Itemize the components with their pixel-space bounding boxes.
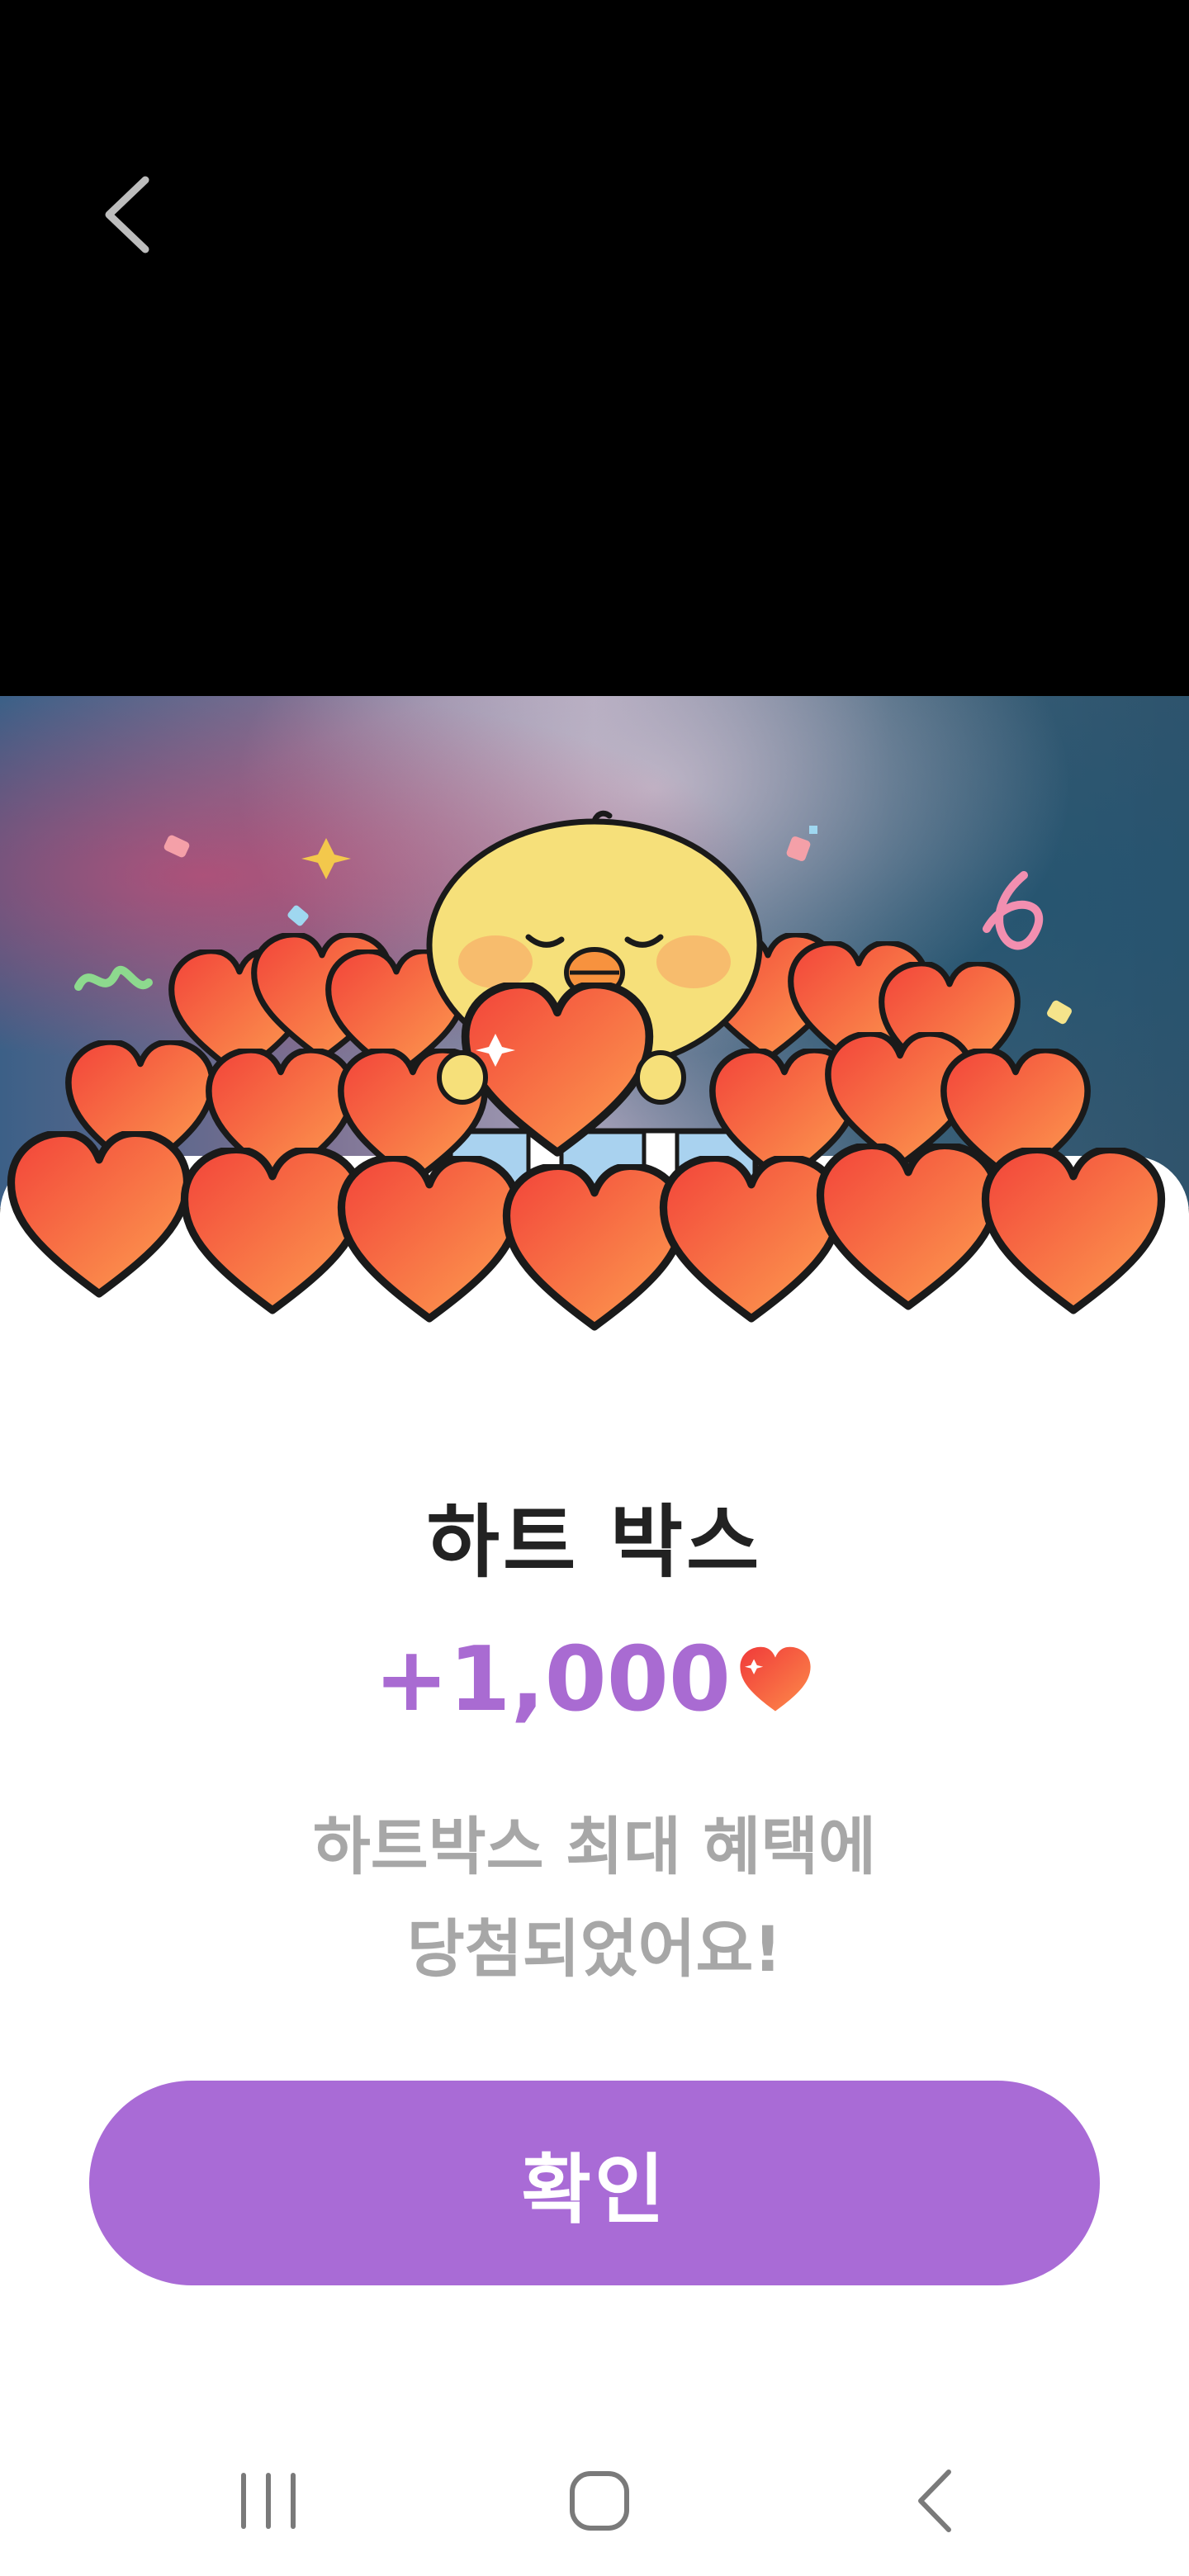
confirm-button-label: 확인: [521, 2145, 668, 2234]
heart-box-illustration: [0, 810, 1189, 1371]
heart-box-reward-screen: 하트 박스 +1,000 하트박스 최대 혜택에 당첨되었어요! 확인: [0, 0, 1189, 2576]
chevron-left-icon: [105, 176, 149, 253]
system-back-button[interactable]: [879, 2452, 995, 2551]
reward-amount: +1,000: [373, 1628, 732, 1731]
home-button[interactable]: [541, 2452, 656, 2551]
popup-title: 하트 박스: [426, 1496, 763, 1589]
confirm-button[interactable]: 확인: [89, 2081, 1100, 2285]
back-button[interactable]: [91, 165, 165, 264]
recent-apps-button[interactable]: [211, 2452, 326, 2551]
reward-amount-row: +1,000: [0, 1628, 1189, 1731]
video-top-letterbox: [0, 0, 1189, 698]
system-navigation-bar: [0, 2427, 1189, 2576]
recent-apps-icon: [241, 2473, 296, 2529]
reward-message: 하트박스 최대 혜택에 당첨되었어요!: [0, 1796, 1189, 2001]
back-icon: [918, 2469, 951, 2532]
reward-message-line1: 하트박스 최대 혜택에: [312, 1810, 877, 1883]
reward-message-line2: 당첨되었어요!: [406, 1912, 783, 1986]
home-icon: [570, 2471, 629, 2531]
heart-icon: [740, 1646, 811, 1712]
